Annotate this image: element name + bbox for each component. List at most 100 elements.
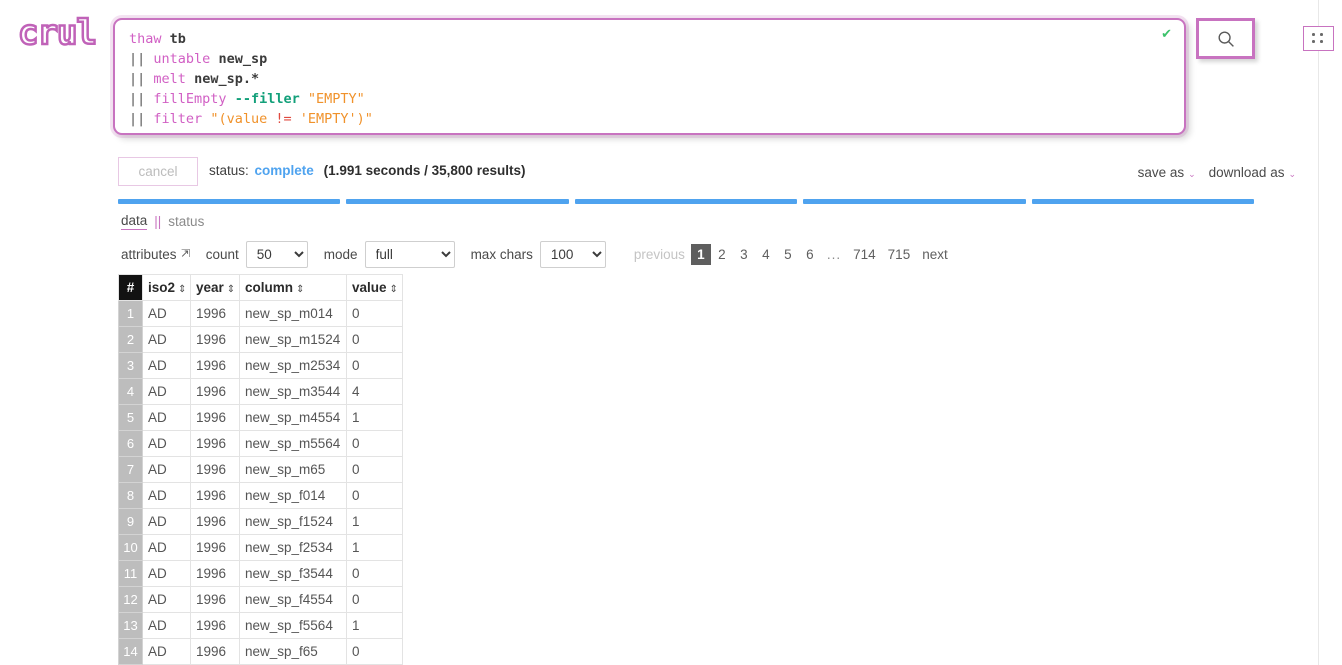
cell-value[interactable]: 0 <box>346 638 403 665</box>
cell-value[interactable]: 1 <box>346 508 403 535</box>
query-editor[interactable]: thaw tb || untable new_sp || melt new_sp.*… <box>113 18 1186 135</box>
cell-column[interactable]: new_sp_f2534 <box>239 534 347 561</box>
cell-column[interactable]: new_sp_m4554 <box>239 404 347 431</box>
cell-iso2[interactable]: AD <box>142 326 191 353</box>
cell-iso2[interactable]: AD <box>142 560 191 587</box>
app-logo[interactable]: crul ® <box>17 15 119 56</box>
cell-value[interactable]: 1 <box>346 612 403 639</box>
cell-column[interactable]: new_sp_f014 <box>239 482 347 509</box>
save-as-button[interactable]: save as ⌄ <box>1138 165 1196 180</box>
pagination-page[interactable]: 715 <box>882 244 917 266</box>
cell-iso2[interactable]: AD <box>142 300 191 327</box>
cell-iso2[interactable]: AD <box>142 378 191 405</box>
column-header-value[interactable]: value ⇕ <box>346 274 403 301</box>
pagination-next[interactable]: next <box>916 244 954 266</box>
sort-icon[interactable]: ⇕ <box>390 284 398 295</box>
query-line: || untable new_sp <box>129 49 1170 69</box>
pagination-page[interactable]: 2 <box>711 244 733 266</box>
cell-value[interactable]: 0 <box>346 352 403 379</box>
column-header-year[interactable]: year ⇕ <box>190 274 240 301</box>
cell-value[interactable]: 0 <box>346 586 403 613</box>
cell-year[interactable]: 1996 <box>190 352 240 379</box>
sort-icon[interactable]: ⇕ <box>227 284 235 295</box>
cell-column[interactable]: new_sp_f1524 <box>239 508 347 535</box>
pagination-page[interactable]: 3 <box>733 244 755 266</box>
pagination-page[interactable]: 714 <box>847 244 882 266</box>
cell-year[interactable]: 1996 <box>190 612 240 639</box>
cell-column[interactable]: new_sp_f4554 <box>239 586 347 613</box>
pagination-page[interactable]: 4 <box>755 244 777 266</box>
cell-column[interactable]: new_sp_m2534 <box>239 352 347 379</box>
sort-icon[interactable]: ⇕ <box>296 284 304 295</box>
cell-year[interactable]: 1996 <box>190 430 240 457</box>
cell-iso2[interactable]: AD <box>142 404 191 431</box>
maxchars-select[interactable]: 100 <box>539 241 606 268</box>
cell-iso2[interactable]: AD <box>142 430 191 457</box>
table-row: 7 AD 1996 new_sp_m65 0 <box>118 456 403 483</box>
cell-year[interactable]: 1996 <box>190 456 240 483</box>
column-header-column[interactable]: column ⇕ <box>239 274 347 301</box>
mode-select[interactable]: full <box>364 241 455 268</box>
cell-year[interactable]: 1996 <box>190 326 240 353</box>
code-token: new_sp.* <box>194 71 260 87</box>
cell-value[interactable]: 0 <box>346 560 403 587</box>
column-header-iso2[interactable]: iso2 ⇕ <box>142 274 191 301</box>
cell-value[interactable]: 0 <box>346 456 403 483</box>
cell-column[interactable]: new_sp_m1524 <box>239 326 347 353</box>
cell-value[interactable]: 0 <box>346 482 403 509</box>
cell-year[interactable]: 1996 <box>190 300 240 327</box>
cell-column[interactable]: new_sp_f5564 <box>239 612 347 639</box>
cell-column[interactable]: new_sp_m65 <box>239 456 347 483</box>
count-select[interactable]: 50 <box>245 241 308 268</box>
cell-iso2[interactable]: AD <box>142 508 191 535</box>
table-row: 14 AD 1996 new_sp_f65 0 <box>118 638 403 665</box>
cell-year[interactable]: 1996 <box>190 508 240 535</box>
cell-column[interactable]: new_sp_f65 <box>239 638 347 665</box>
cell-iso2[interactable]: AD <box>142 586 191 613</box>
cell-year[interactable]: 1996 <box>190 482 240 509</box>
cell-value[interactable]: 1 <box>346 404 403 431</box>
pipeline-stage-segment <box>574 199 798 204</box>
code-token: new_sp <box>218 51 268 67</box>
cell-year[interactable]: 1996 <box>190 638 240 665</box>
cell-year[interactable]: 1996 <box>190 404 240 431</box>
code-token: != <box>275 111 292 127</box>
cell-value[interactable]: 4 <box>346 378 403 405</box>
cell-year[interactable]: 1996 <box>190 586 240 613</box>
row-index: 4 <box>118 378 143 405</box>
tab-data[interactable]: data <box>121 213 148 230</box>
cell-iso2[interactable]: AD <box>142 534 191 561</box>
cell-value[interactable]: 0 <box>346 430 403 457</box>
cell-iso2[interactable]: AD <box>142 638 191 665</box>
pagination-page-current[interactable]: 1 <box>690 244 711 265</box>
tab-status[interactable]: status <box>168 214 204 229</box>
cell-column[interactable]: new_sp_f3544 <box>239 560 347 587</box>
cell-iso2[interactable]: AD <box>142 456 191 483</box>
cell-column[interactable]: new_sp_m5564 <box>239 430 347 457</box>
pagination-page[interactable]: 5 <box>777 244 799 266</box>
app-menu-button[interactable] <box>1303 26 1334 51</box>
cell-iso2[interactable]: AD <box>142 352 191 379</box>
cell-value[interactable]: 1 <box>346 534 403 561</box>
cell-iso2[interactable]: AD <box>142 482 191 509</box>
attributes-toggle[interactable]: attributes ⇱ <box>121 247 190 262</box>
cell-year[interactable]: 1996 <box>190 560 240 587</box>
run-query-button[interactable] <box>1196 18 1255 59</box>
cell-year[interactable]: 1996 <box>190 534 240 561</box>
cell-value[interactable]: 0 <box>346 326 403 353</box>
pagination-page[interactable]: 6 <box>799 244 821 266</box>
cancel-button[interactable]: cancel <box>118 157 198 186</box>
cell-value[interactable]: 0 <box>346 300 403 327</box>
result-actions: save as ⌄ download as ⌄ <box>1138 165 1296 180</box>
table-row: 1 AD 1996 new_sp_m014 0 <box>118 300 403 327</box>
pipeline-stage-segment <box>118 199 341 204</box>
download-as-button[interactable]: download as ⌄ <box>1209 165 1296 180</box>
cell-column[interactable]: new_sp_m014 <box>239 300 347 327</box>
cell-iso2[interactable]: AD <box>142 612 191 639</box>
cell-column[interactable]: new_sp_m3544 <box>239 378 347 405</box>
query-code[interactable]: thaw tb || untable new_sp || melt new_sp.*… <box>129 29 1170 129</box>
sort-icon[interactable]: ⇕ <box>178 284 186 295</box>
code-token: untable <box>153 51 211 67</box>
cell-year[interactable]: 1996 <box>190 378 240 405</box>
status-label: status: <box>209 163 249 178</box>
